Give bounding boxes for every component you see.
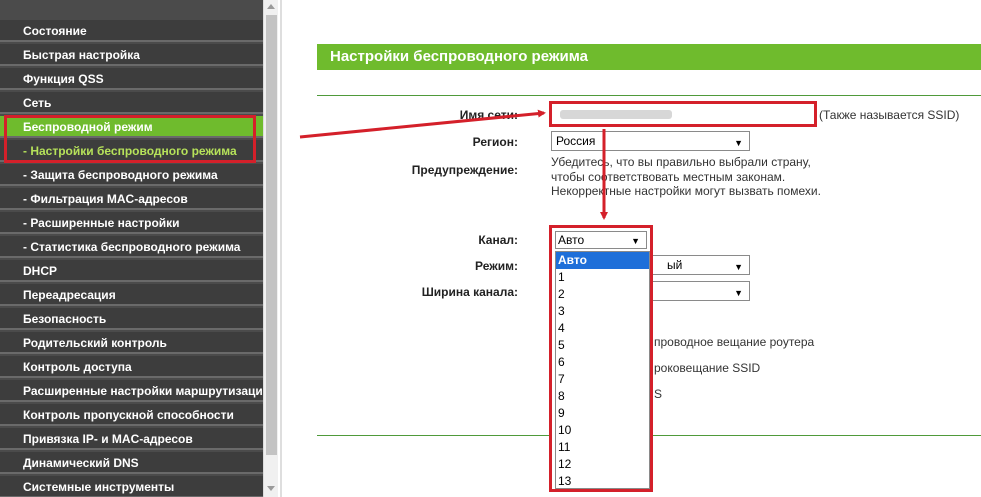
arrow-to-ssid	[299, 109, 546, 139]
annotation-arrows	[299, 109, 608, 220]
router-admin-page: Состояние Быстрая настройка Функция QSS …	[0, 0, 981, 497]
